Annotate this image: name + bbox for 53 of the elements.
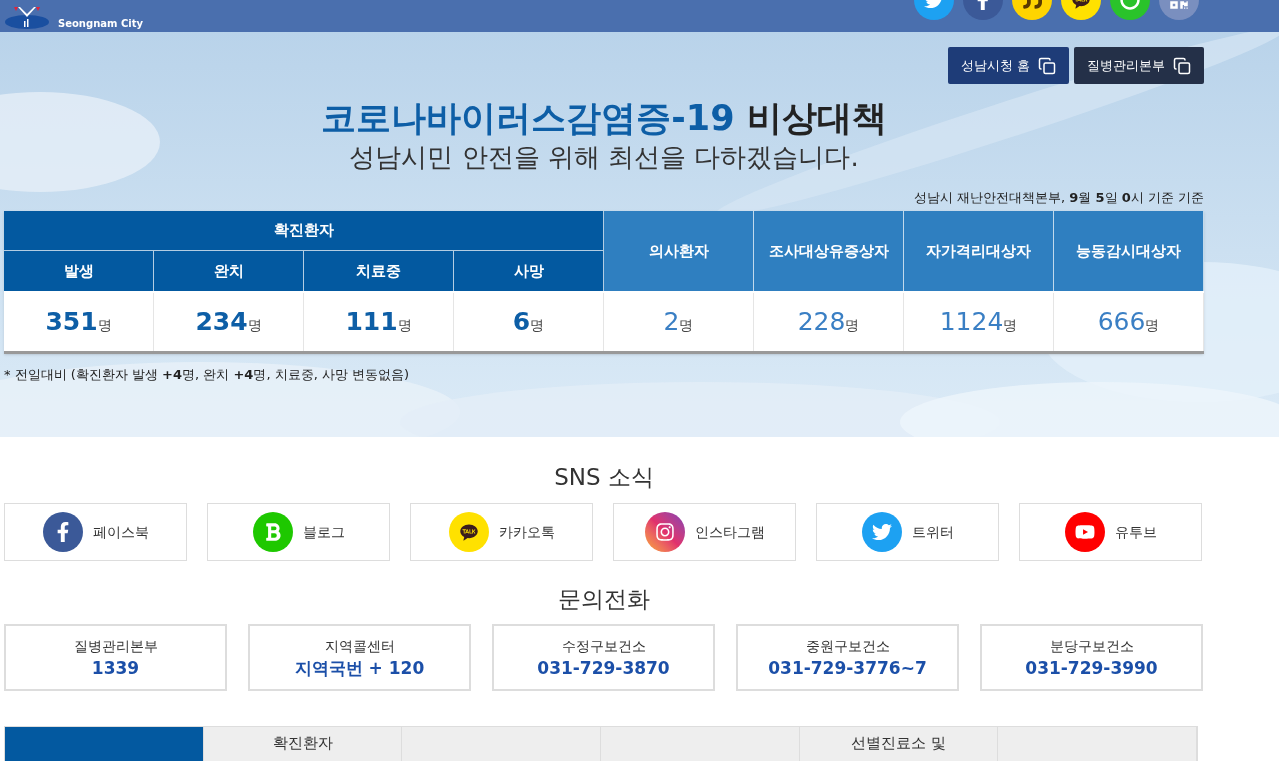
table-cell: 111 명 [304,293,454,351]
contact-name: 중원구보건소 [805,636,890,656]
logo-subtitle: Seongnam City [58,19,143,29]
page-subtitle: 성남시민 안전을 위해 최선을 다하겠습니다. [348,141,860,174]
new-window-icon [1038,56,1056,75]
column-header: 확진환자 [4,211,604,251]
tab[interactable]: 선별진료소 및 [799,727,999,761]
table-cell: 351 명 [4,293,154,351]
facebook-icon [42,512,83,552]
table-cell: 1124명 [904,293,1054,351]
table-cell: 666명 [1054,293,1204,351]
new-window-icon [1173,56,1191,75]
table-cell: 228명 [754,293,904,351]
city-logo-icon [4,7,50,29]
sns-link[interactable]: 유투브 [1019,503,1202,561]
table-cell: 6명 [454,293,604,351]
data-source-note: 성남시 재난안전대책본부, 9월 5일 0시 기준 기준 [912,189,1204,207]
instagram-icon [644,512,685,552]
tab[interactable]: 확진환자 [203,727,403,761]
table-cell: 2 명 [604,293,754,351]
phone-number: 031-729-3776~7 [768,656,927,680]
sns-link[interactable]: 인스타그램 [613,503,796,561]
contact-name: 수정구보건소 [561,636,646,656]
kakaotalk-icon [448,512,489,552]
column-header: 자가격리대상자 [904,211,1054,291]
column-header: 사망 [454,251,604,291]
phone-number: 지역국번 + 120 [294,656,425,680]
phone-number: 1339 [91,656,140,680]
twitter-icon [861,512,902,552]
phone-number: 031-729-3990 [1025,656,1158,680]
phone-number: 031-729-3870 [537,656,670,680]
contact-name: 지역콜센터 [324,636,395,656]
column-header: 발생 [4,251,154,291]
contact-name: 분당구보건소 [1049,636,1134,656]
sns-link[interactable]: 블로그 [207,503,390,561]
sns-link[interactable]: 카카오톡 [410,503,593,561]
section-title: SNS 소식 [553,463,655,492]
column-header: 완치 [154,251,304,291]
column-header: 치료중 [304,251,454,291]
section-title: 문의전화 [557,585,651,614]
table-cell: 234명 [154,293,304,351]
column-header: 조사대상유증상자 [754,211,904,291]
external-link-button[interactable]: 성남시청 홈 [947,47,1069,84]
sns-link[interactable]: 페이스북 [4,503,187,561]
change-note: * 전일대비 (확진환자 발생 +4명, 완치 +4명, 치료중, 사망 변동없음) [4,366,411,384]
sns-link[interactable]: 트위터 [816,503,999,561]
contact-name: 질병관리본부 [73,636,158,656]
column-header: 능동감시대상자 [1054,211,1204,291]
column-header: 의사환자 [604,211,754,291]
youtube-icon [1064,512,1105,552]
blog-icon [252,512,293,552]
page-title: 코로나바이러스감염증-19 비상대책 [320,97,888,140]
external-link-button[interactable]: 질병관리본부 [1074,47,1204,84]
